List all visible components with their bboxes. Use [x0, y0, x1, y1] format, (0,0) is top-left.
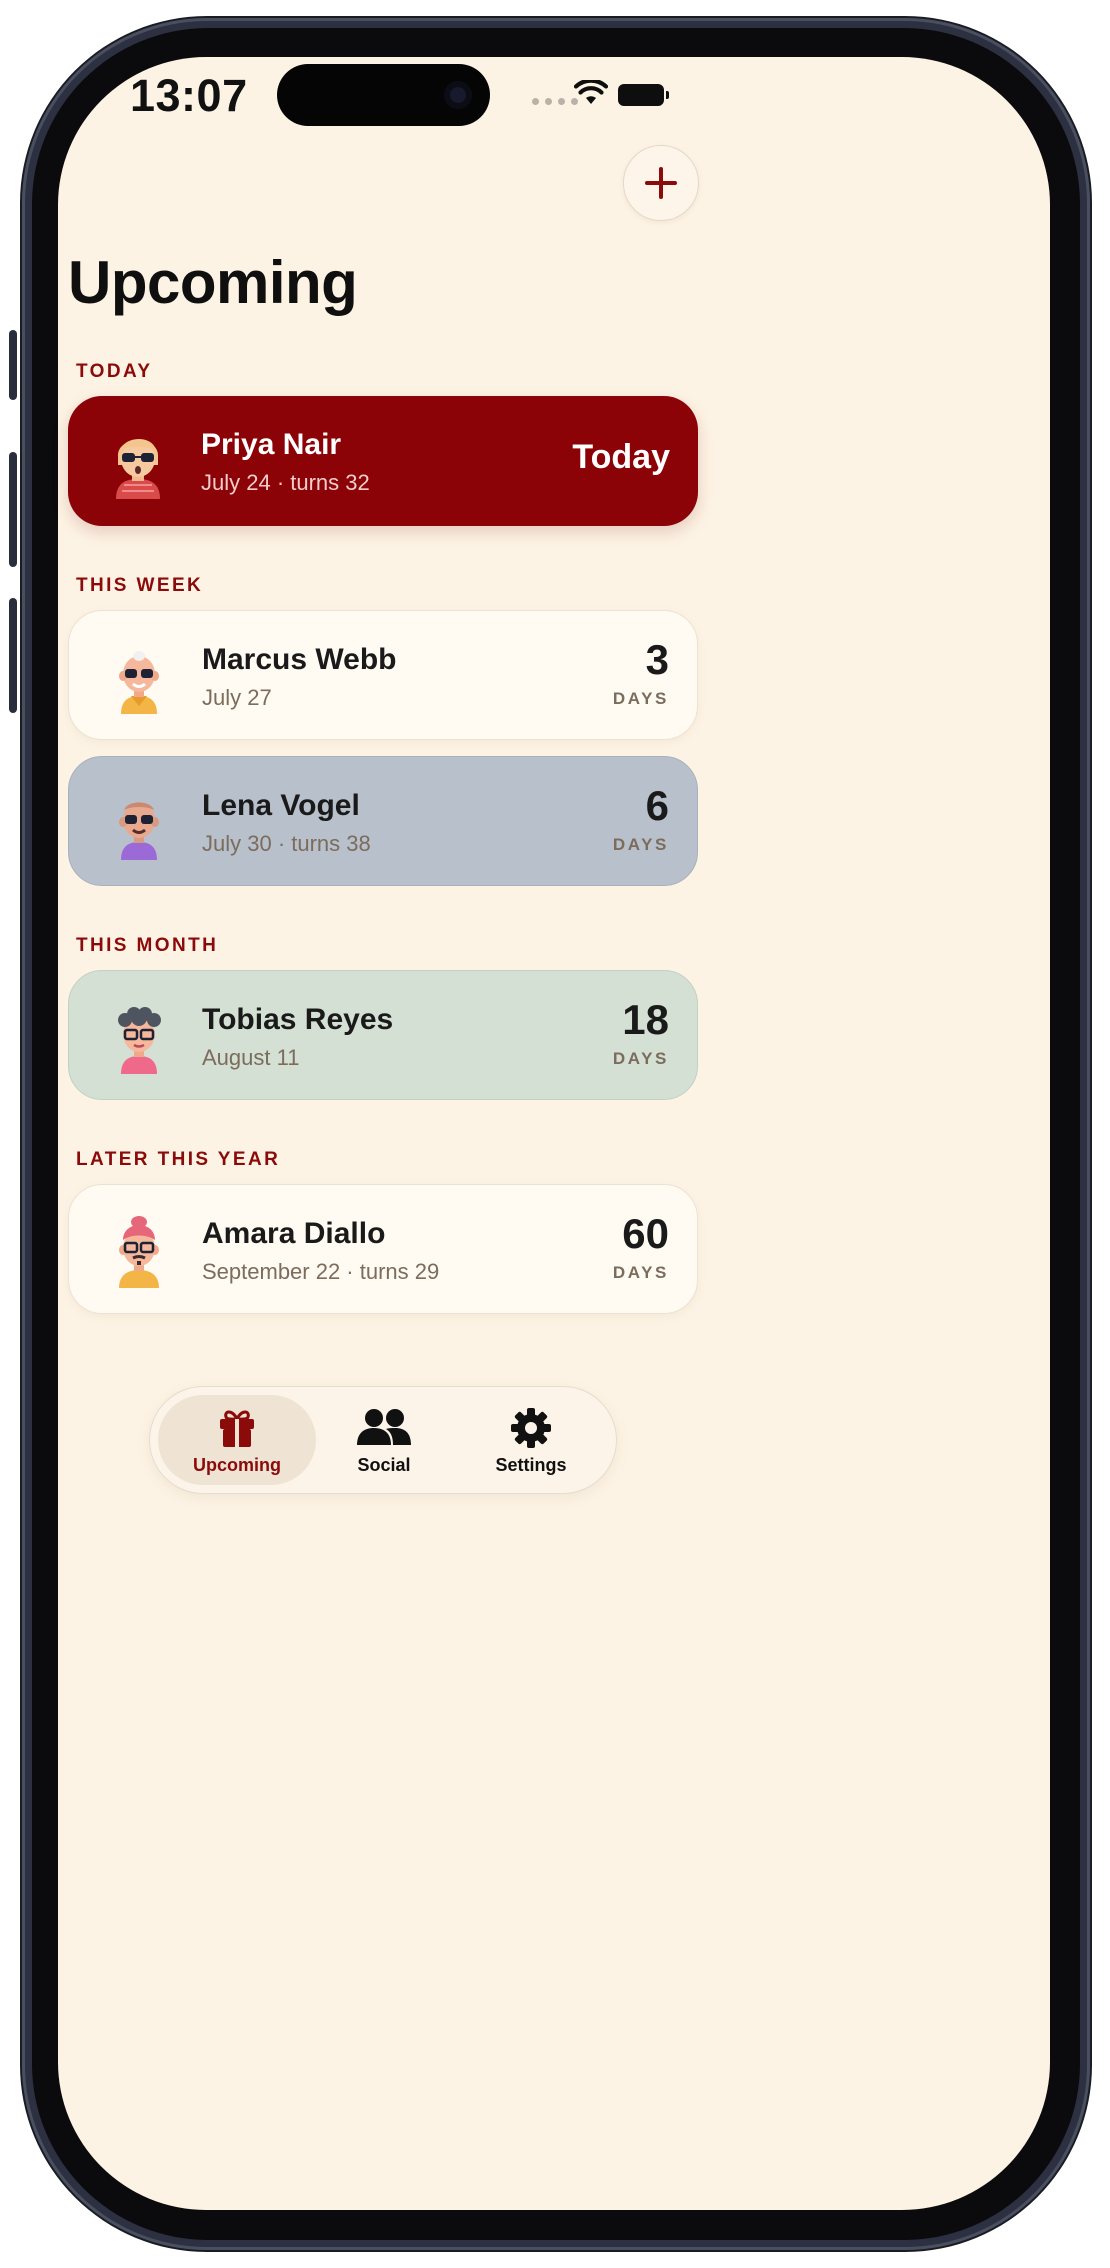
section-label-later-this-year: LATER THIS YEAR [76, 1149, 281, 1170]
status-time: 13:07 [130, 70, 248, 121]
birthday-card-amara[interactable]: Amara Diallo September 22 · turns 29 60 … [68, 1184, 698, 1314]
avatar [119, 1216, 159, 1288]
today-badge: Today [572, 438, 670, 476]
days-unit: DAYS [612, 1263, 669, 1282]
days-count: 6 [645, 782, 669, 829]
app-screen [58, 57, 1050, 2210]
tab-upcoming[interactable]: Upcoming [158, 1395, 316, 1485]
days-unit: DAYS [612, 1049, 669, 1068]
birthday-card-marcus[interactable]: Marcus Webb July 27 3 DAYS [68, 610, 698, 740]
person-name: Marcus Webb [202, 643, 397, 676]
dynamic-island [277, 64, 490, 126]
birthday-card-tobias[interactable]: Tobias Reyes August 11 18 DAYS [68, 970, 698, 1100]
action-button [9, 330, 17, 400]
birthday-detail: July 27 [202, 685, 272, 710]
volume-up-button [9, 452, 17, 567]
avatar [119, 802, 159, 860]
days-unit: DAYS [612, 835, 669, 854]
days-count: 18 [622, 996, 669, 1043]
birthday-detail: July 24 · turns 32 [201, 470, 370, 495]
tab-label: Upcoming [193, 1455, 281, 1475]
gear-icon [511, 1408, 551, 1448]
front-camera [444, 81, 472, 109]
section-label-today: TODAY [76, 361, 153, 382]
person-name: Lena Vogel [202, 789, 360, 822]
person-name: Priya Nair [201, 428, 342, 461]
tab-label: Settings [495, 1455, 567, 1475]
avatar [119, 651, 159, 714]
plus-icon [645, 167, 677, 199]
tab-label: Social [357, 1455, 411, 1475]
wifi-icon [574, 80, 608, 104]
avatar [118, 1007, 161, 1074]
avatar [116, 439, 160, 499]
person-name: Tobias Reyes [202, 1003, 394, 1036]
volume-down-button [9, 598, 17, 713]
battery-icon [618, 84, 669, 106]
people-icon [357, 1409, 411, 1445]
tab-social[interactable]: Social [305, 1395, 463, 1485]
birthday-card-lena[interactable]: Lena Vogel July 30 · turns 38 6 DAYS [68, 756, 698, 886]
section-label-this-month: THIS MONTH [76, 935, 219, 956]
add-birthday-button[interactable] [623, 145, 699, 221]
gift-icon [220, 1410, 254, 1447]
signal-icon [532, 98, 578, 105]
days-count: 60 [622, 1210, 669, 1257]
birthday-card-priya[interactable]: Priya Nair July 24 · turns 32 Today [68, 396, 698, 526]
tab-bar: Upcoming Social Settings [149, 1386, 617, 1494]
days-unit: DAYS [612, 689, 669, 708]
birthday-detail: September 22 · turns 29 [202, 1259, 440, 1284]
days-count: 3 [645, 636, 669, 683]
tab-settings[interactable]: Settings [452, 1395, 610, 1485]
page-title: Upcoming [68, 249, 358, 316]
birthday-detail: July 30 · turns 38 [202, 831, 371, 856]
person-name: Amara Diallo [202, 1217, 386, 1250]
birthday-detail: August 11 [202, 1045, 300, 1070]
section-label-this-week: THIS WEEK [76, 575, 204, 596]
